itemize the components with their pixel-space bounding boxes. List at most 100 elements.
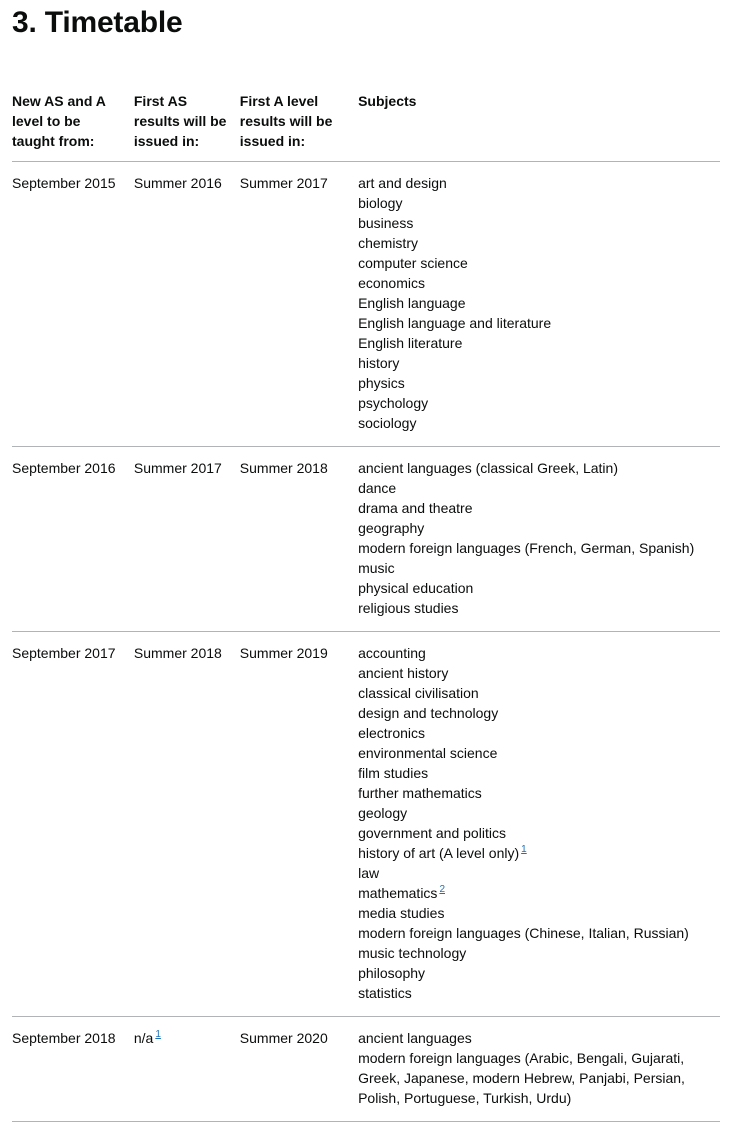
cell-subjects: ancient languages modern foreign language… (358, 1016, 720, 1122)
subject-label: modern foreign languages (Arabic, Bengal… (358, 1050, 685, 1106)
subject-label: psychology (358, 395, 429, 411)
subject-list-item: psychology (358, 393, 710, 413)
subject-list: ancient languages (classical Greek, Lati… (358, 458, 710, 618)
timetable-wrapper: New AS and A level to be taught from: Fi… (0, 91, 732, 1122)
subject-label: art and design (358, 175, 447, 191)
subject-label: business (358, 215, 414, 231)
subject-label: geography (358, 520, 425, 536)
cell-first-a-level-results: Summer 2017 (239, 161, 359, 447)
subject-label: film studies (358, 765, 429, 781)
subject-list-item: music technology (358, 943, 710, 963)
subject-list-item: environmental science (358, 743, 710, 763)
subject-list: ancient languages modern foreign language… (358, 1028, 710, 1108)
subject-list-item: English literature (358, 333, 710, 353)
cell-taught-from: September 2016 (12, 446, 134, 632)
subject-label: chemistry (358, 235, 418, 251)
first-as-results-value: Summer 2016 (133, 175, 222, 191)
subject-label: drama and theatre (358, 500, 473, 516)
subject-label: sociology (358, 415, 417, 431)
subject-label: further mathematics (358, 785, 482, 801)
subject-list-item: government and politics (358, 823, 710, 843)
subject-list-item: accounting (358, 643, 710, 663)
subject-list-item: statistics (358, 983, 710, 1003)
cell-first-a-level-results: Summer 2019 (239, 631, 359, 1017)
cell-taught-from: September 2018 (12, 1016, 134, 1122)
subject-label: ancient languages (358, 1030, 472, 1046)
subject-list-item: music (358, 558, 710, 578)
timetable-page: 3. Timetable New AS and A level to be ta… (0, 0, 732, 1122)
cell-first-a-level-results: Summer 2020 (239, 1016, 359, 1122)
subject-list-item: media studies (358, 903, 710, 923)
cell-subjects: accounting ancient history classical civil… (358, 631, 720, 1017)
subject-label: law (358, 865, 380, 881)
subject-list-item: religious studies (358, 598, 710, 618)
subject-list: art and design biology business chemistry co… (358, 173, 710, 433)
page-title: 3. Timetable (12, 6, 183, 39)
cell-first-as-results: Summer 2016 (133, 161, 240, 447)
cell-subjects: art and design biology business chemistry co… (358, 161, 720, 447)
subject-list-item: sociology (358, 413, 710, 433)
subject-label: electronics (358, 725, 425, 741)
subject-label: economics (358, 275, 425, 291)
cell-first-as-results: Summer 2017 (133, 446, 240, 632)
cell-taught-from: September 2015 (12, 161, 134, 447)
subject-label: music (358, 560, 395, 576)
cell-first-a-level-results: Summer 2018 (239, 446, 359, 632)
subject-label: media studies (358, 905, 445, 921)
subject-list-item: mathematics 2 (358, 883, 710, 903)
subject-list-item: computer science (358, 253, 710, 273)
subject-list-item: English language and literature (358, 313, 710, 333)
subject-list-item: biology (358, 193, 710, 213)
subject-list-item: classical civilisation (358, 683, 710, 703)
subject-label: computer science (358, 255, 468, 271)
subject-list-item: ancient languages (classical Greek, Lati… (358, 458, 710, 478)
footnote-link[interactable]: 1 (521, 844, 527, 855)
subject-list-item: physics (358, 373, 710, 393)
subject-list-item: dance (358, 478, 710, 498)
subject-label: English language and literature (358, 315, 552, 331)
subject-list-item: drama and theatre (358, 498, 710, 518)
subject-list-item: law (358, 863, 710, 883)
cell-subjects: ancient languages (classical Greek, Lati… (358, 446, 720, 632)
table-body: September 2015 Summer 2016 Summer 2017 art … (12, 161, 720, 1122)
subject-label: statistics (358, 985, 412, 1001)
subject-label: history of art (A level only) (358, 845, 520, 861)
column-header-subjects: Subjects (358, 91, 720, 162)
subject-list-item: English language (358, 293, 710, 313)
subject-label: geology (358, 805, 408, 821)
subject-list-item: ancient languages (358, 1028, 710, 1048)
subject-label: ancient history (358, 665, 449, 681)
subject-label: English literature (358, 335, 463, 351)
subject-label: philosophy (358, 965, 426, 981)
subject-label: English language (358, 295, 466, 311)
subject-list-item: geology (358, 803, 710, 823)
subject-list-item: art and design (358, 173, 710, 193)
subject-list-item: business (358, 213, 710, 233)
subject-list-item: philosophy (358, 963, 710, 983)
column-header-taught-from: New AS and A level to be taught from: (12, 91, 134, 162)
subject-list-item: history of art (A level only) 1 (358, 843, 710, 863)
subject-list-item: physical education (358, 578, 710, 598)
subject-list-item: design and technology (358, 703, 710, 723)
cell-first-as-results: Summer 2018 (133, 631, 240, 1017)
subject-list: accounting ancient history classical civil… (358, 643, 710, 1003)
subject-label: design and technology (358, 705, 499, 721)
table-row: September 2015 Summer 2016 Summer 2017 art … (12, 161, 720, 447)
footnote-link[interactable]: 1 (155, 1029, 161, 1040)
table-header-row: New AS and A level to be taught from: Fi… (12, 91, 720, 162)
subject-label: physical education (358, 580, 474, 596)
column-header-first-a-level-results: First A level results will be issued in: (239, 91, 359, 162)
table-row: September 2017 Summer 2018 Summer 2019 acco… (12, 631, 720, 1017)
subject-label: ancient languages (classical Greek, Lati… (358, 460, 618, 476)
table-row: September 2018 n/a 1 Summer 2020 ancient lan… (12, 1016, 720, 1122)
subject-list-item: film studies (358, 763, 710, 783)
subject-list-item: modern foreign languages (French, German… (358, 538, 710, 558)
subject-list-item: modern foreign languages (Chinese, Itali… (358, 923, 710, 943)
subject-list-item: history (358, 353, 710, 373)
subject-list-item: geography (358, 518, 710, 538)
first-as-results-value: n/a (133, 1030, 154, 1046)
subject-list-item: ancient history (358, 663, 710, 683)
footnote-link[interactable]: 2 (439, 884, 445, 895)
subject-list-item: chemistry (358, 233, 710, 253)
cell-taught-from: September 2017 (12, 631, 134, 1017)
